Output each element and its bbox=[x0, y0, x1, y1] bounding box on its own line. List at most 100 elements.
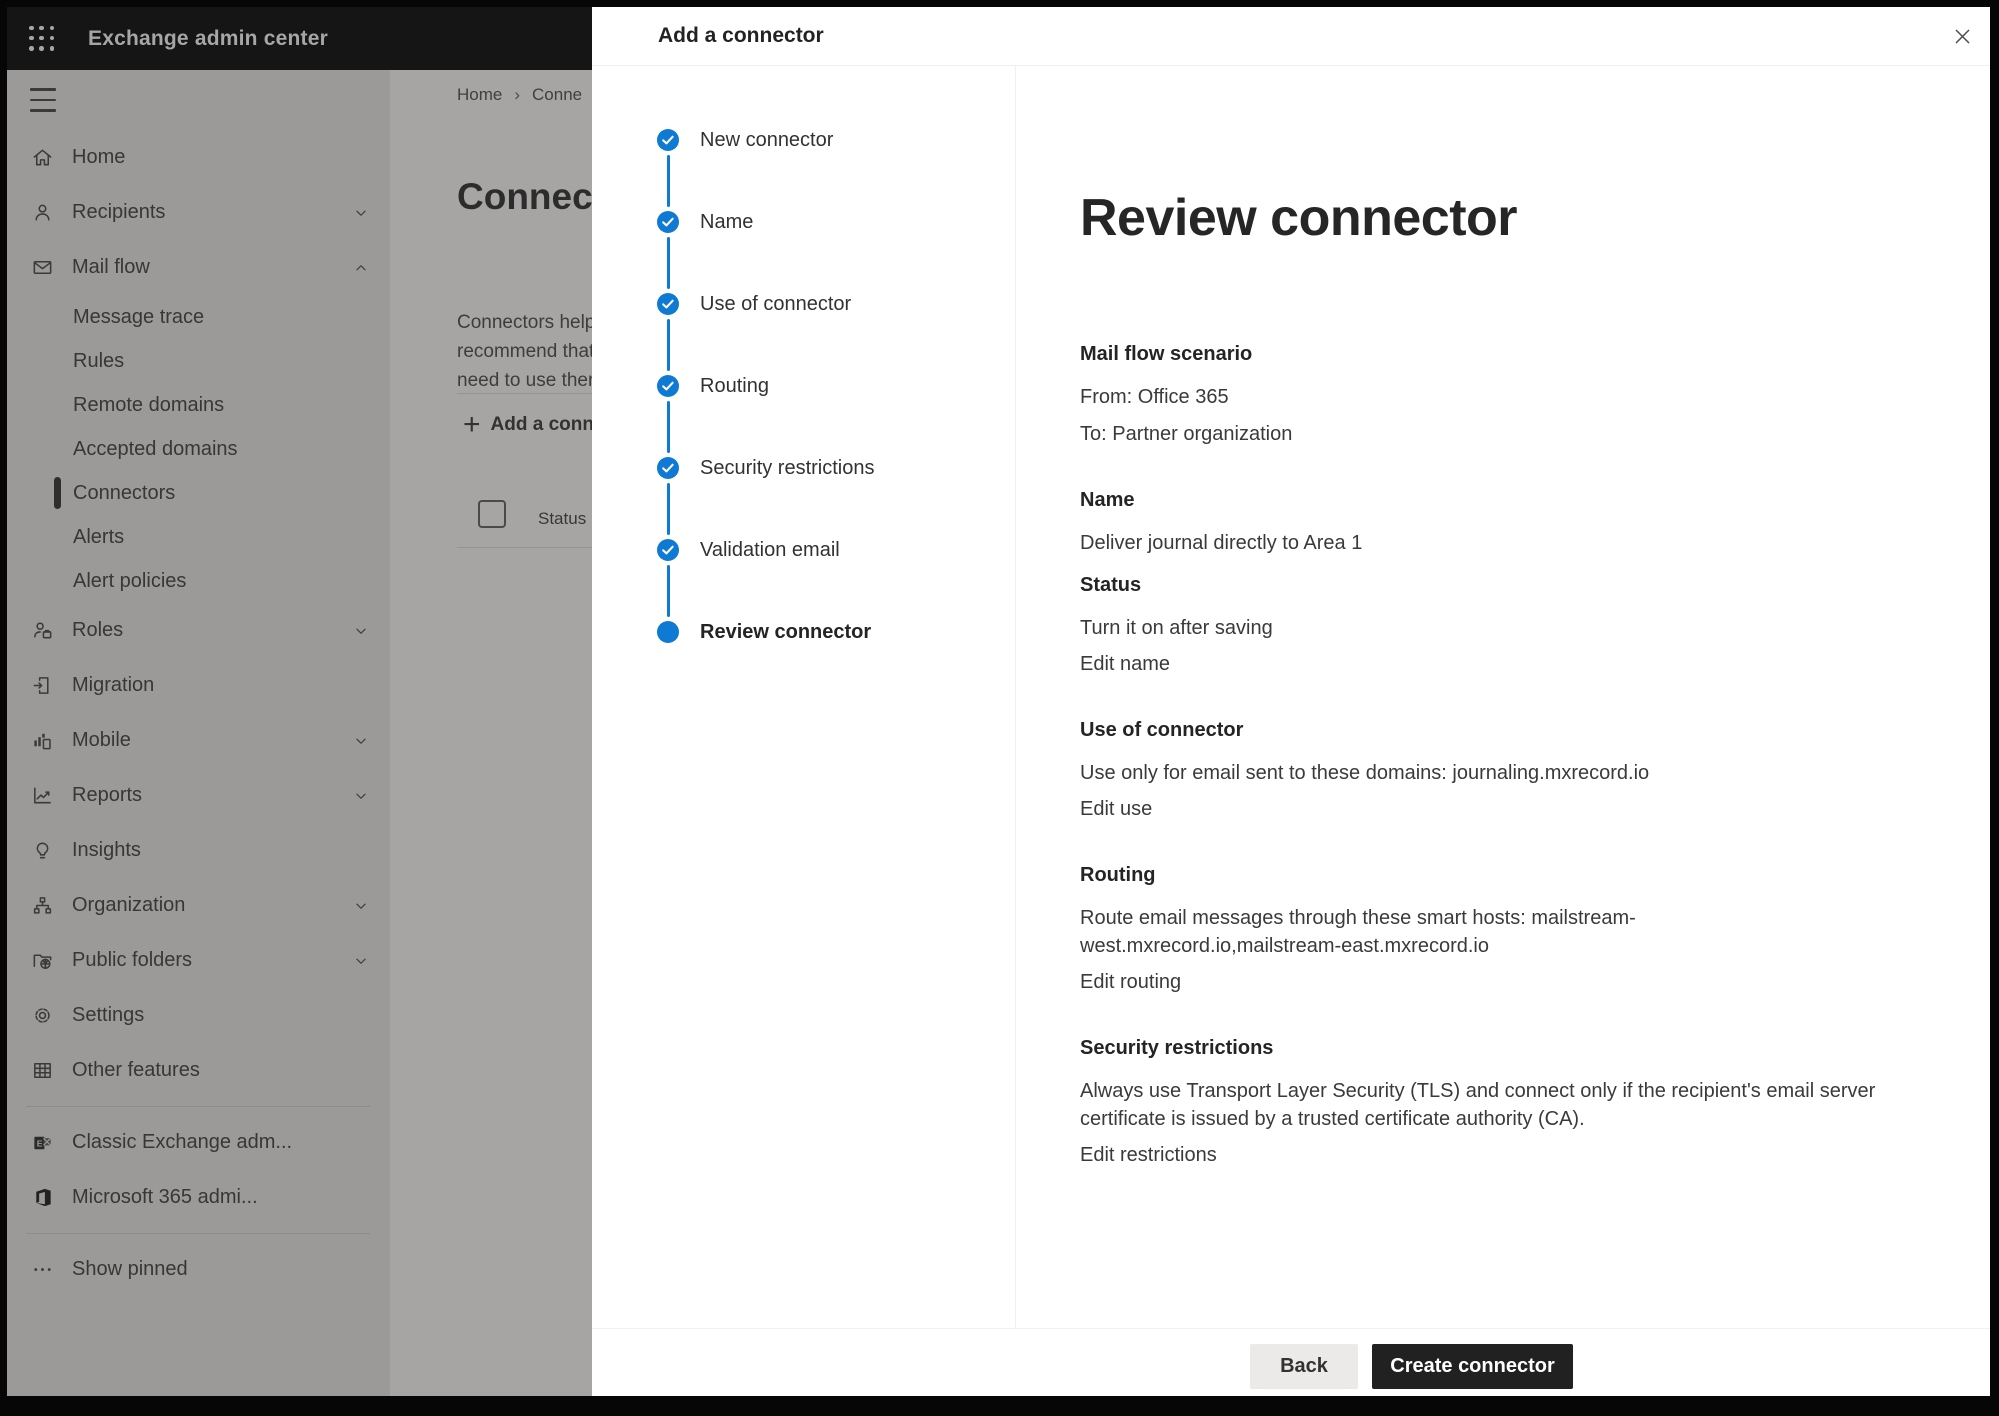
breadcrumb-separator: › bbox=[514, 85, 520, 104]
dialog-header: Add a connector bbox=[592, 7, 1990, 66]
sidebar-item-label: Roles bbox=[72, 619, 123, 642]
person-icon bbox=[30, 201, 54, 225]
review-content: Review connector Mail flow scenarioFrom:… bbox=[1016, 66, 1990, 1328]
sidebar-item-label: Other features bbox=[72, 1059, 200, 1082]
step-routing[interactable]: Routing bbox=[592, 375, 1015, 397]
app-header-bar: Exchange admin center bbox=[7, 7, 592, 70]
step-review-connector[interactable]: Review connector bbox=[592, 621, 1015, 643]
sidebar-item-label: Home bbox=[72, 146, 125, 169]
sidebar-item-roles[interactable]: Roles bbox=[7, 603, 390, 658]
app-window: Exchange admin center Home Recipients Mail… bbox=[7, 7, 1990, 1396]
step-completed-check-icon bbox=[657, 129, 679, 151]
breadcrumb-home-link[interactable]: Home bbox=[457, 85, 502, 104]
sidebar-item-accepted-domains[interactable]: Accepted domains bbox=[7, 427, 390, 471]
add-connector-button[interactable]: + Add a conn bbox=[463, 410, 592, 440]
sidebar-item-microsoft-365-admi[interactable]: Microsoft 365 admi... bbox=[7, 1170, 390, 1225]
step-label: Review connector bbox=[700, 621, 871, 643]
close-icon[interactable] bbox=[1946, 20, 1978, 52]
step-connector-line bbox=[667, 483, 670, 535]
sidebar-item-organization[interactable]: Organization bbox=[7, 878, 390, 933]
section-text: Always use Transport Layer Security (TLS… bbox=[1080, 1077, 1890, 1133]
mobile-icon bbox=[30, 729, 54, 753]
dialog-title: Add a connector bbox=[658, 24, 824, 48]
sidebar-item-recipients[interactable]: Recipients bbox=[7, 185, 390, 240]
sidebar-item-settings[interactable]: Settings bbox=[7, 988, 390, 1043]
sidebar-item-insights[interactable]: Insights bbox=[7, 823, 390, 878]
edit-name-link[interactable]: Edit name bbox=[1080, 650, 1170, 678]
sidebar-item-label: Mobile bbox=[72, 729, 131, 752]
step-label: Validation email bbox=[700, 539, 840, 561]
sidebar-item-home[interactable]: Home bbox=[7, 130, 390, 185]
sidebar-item-message-trace[interactable]: Message trace bbox=[7, 295, 390, 339]
waffle-icon[interactable] bbox=[29, 26, 55, 52]
review-section-use-of-connector: Use of connectorUse only for email sent … bbox=[1080, 716, 1890, 823]
sidebar-item-connectors[interactable]: Connectors bbox=[7, 471, 390, 515]
chevron-up-icon bbox=[352, 259, 370, 277]
sidebar-nav: Home Recipients Mail flow Message trace Rule… bbox=[7, 130, 390, 1297]
breadcrumb-current: Conne bbox=[532, 85, 582, 104]
edit-use-link[interactable]: Edit use bbox=[1080, 795, 1152, 823]
settings-icon bbox=[30, 1004, 54, 1028]
divider bbox=[457, 393, 592, 394]
step-name[interactable]: Name bbox=[592, 211, 1015, 233]
plus-icon: + bbox=[463, 410, 481, 440]
classic-exchange-icon: E bbox=[30, 1131, 54, 1155]
sidebar-item-public-folders[interactable]: Public folders bbox=[7, 933, 390, 988]
organization-icon bbox=[30, 894, 54, 918]
step-label: Use of connector bbox=[700, 293, 851, 315]
sidebar-item-remote-domains[interactable]: Remote domains bbox=[7, 383, 390, 427]
sidebar-item-label: Migration bbox=[72, 674, 154, 697]
select-all-checkbox[interactable] bbox=[478, 500, 506, 528]
sidebar-item-label: Microsoft 365 admi... bbox=[72, 1186, 258, 1209]
sidebar-divider bbox=[26, 1106, 370, 1107]
review-section-routing: RoutingRoute email messages through thes… bbox=[1080, 861, 1890, 996]
migration-icon bbox=[30, 674, 54, 698]
sidebar-item-label: Recipients bbox=[72, 201, 165, 224]
sidebar-item-label: Remote domains bbox=[73, 394, 224, 417]
sidebar-item-mobile[interactable]: Mobile bbox=[7, 713, 390, 768]
back-button[interactable]: Back bbox=[1250, 1344, 1358, 1389]
sidebar-item-label: Connectors bbox=[73, 482, 175, 505]
sidebar-item-alerts[interactable]: Alerts bbox=[7, 515, 390, 559]
sidebar-item-reports[interactable]: Reports bbox=[7, 768, 390, 823]
sidebar-item-label: Show pinned bbox=[72, 1258, 188, 1281]
step-label: Routing bbox=[700, 375, 769, 397]
step-completed-check-icon bbox=[657, 211, 679, 233]
sidebar-item-rules[interactable]: Rules bbox=[7, 339, 390, 383]
section-text: Use only for email sent to these domains… bbox=[1080, 759, 1890, 787]
sidebar-item-show-pinned[interactable]: Show pinned bbox=[7, 1242, 390, 1297]
sidebar-item-label: Accepted domains bbox=[73, 438, 238, 461]
section-heading: Mail flow scenario bbox=[1080, 340, 1890, 368]
edit-routing-link[interactable]: Edit routing bbox=[1080, 968, 1181, 996]
edit-restrictions-link[interactable]: Edit restrictions bbox=[1080, 1141, 1217, 1169]
step-validation-email[interactable]: Validation email bbox=[592, 539, 1015, 561]
step-new-connector[interactable]: New connector bbox=[592, 129, 1015, 151]
step-connector-line bbox=[667, 237, 670, 289]
sidebar-item-migration[interactable]: Migration bbox=[7, 658, 390, 713]
sidebar-item-other-features[interactable]: Other features bbox=[7, 1043, 390, 1098]
step-label: Security restrictions bbox=[700, 457, 875, 479]
review-sections: Mail flow scenarioFrom: Office 365To: Pa… bbox=[1080, 340, 1890, 1169]
step-use-of-connector[interactable]: Use of connector bbox=[592, 293, 1015, 315]
sidebar-item-alert-policies[interactable]: Alert policies bbox=[7, 559, 390, 603]
step-connector-line bbox=[667, 565, 670, 617]
step-label: Name bbox=[700, 211, 753, 233]
sidebar-item-classic-exchange-adm[interactable]: EClassic Exchange adm... bbox=[7, 1115, 390, 1170]
sidebar-item-label: Message trace bbox=[73, 306, 204, 329]
m365-icon bbox=[30, 1186, 54, 1210]
chevron-down-icon bbox=[352, 204, 370, 222]
step-connector-line bbox=[667, 401, 670, 453]
chevron-down-icon bbox=[352, 952, 370, 970]
status-column-header[interactable]: Status bbox=[538, 509, 586, 529]
step-security-restrictions[interactable]: Security restrictions bbox=[592, 457, 1015, 479]
public-folders-icon bbox=[30, 949, 54, 973]
section-heading: Security restrictions bbox=[1080, 1034, 1890, 1062]
sidebar-item-mail-flow[interactable]: Mail flow bbox=[7, 240, 390, 295]
review-section-name: NameDeliver journal directly to Area 1St… bbox=[1080, 486, 1890, 678]
sidebar-item-label: Mail flow bbox=[72, 256, 150, 279]
step-completed-check-icon bbox=[657, 293, 679, 315]
step-completed-check-icon bbox=[657, 539, 679, 561]
dialog-body: New connector Name Use of connector Routing… bbox=[592, 66, 1990, 1328]
create-connector-button[interactable]: Create connector bbox=[1372, 1344, 1573, 1389]
hamburger-icon[interactable] bbox=[30, 88, 56, 112]
